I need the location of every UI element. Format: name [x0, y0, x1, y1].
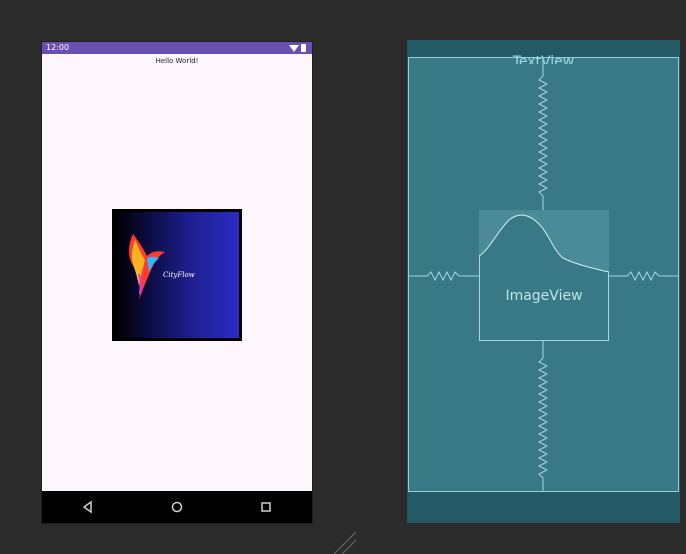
navigation-bar: [42, 491, 312, 523]
wifi-icon: [289, 45, 299, 52]
constraint-right-spring: [609, 270, 679, 282]
textview-text[interactable]: Hello World!: [42, 57, 312, 65]
layout-editor-canvas: 12:00 Hello World! CityFlow TextView Ima…: [0, 0, 686, 554]
imageview-label: ImageView: [505, 288, 583, 304]
hummingbird-logo-icon: [129, 234, 165, 300]
logo-background: CityFlow: [115, 212, 239, 338]
logo-text: CityFlow: [163, 271, 195, 279]
image-placeholder-icon: [479, 210, 609, 273]
resize-handle-icon[interactable]: [330, 528, 356, 554]
constraint-top-spring: [537, 58, 549, 210]
imageview[interactable]: CityFlow: [112, 209, 242, 341]
home-icon[interactable]: [169, 499, 185, 515]
blueprint-surface[interactable]: TextView ImageView: [407, 40, 680, 523]
recents-icon[interactable]: [258, 499, 274, 515]
imageview-blueprint[interactable]: ImageView: [479, 210, 609, 341]
design-surface[interactable]: 12:00 Hello World! CityFlow: [42, 42, 312, 523]
back-icon[interactable]: [80, 499, 96, 515]
status-bar: 12:00: [42, 42, 312, 54]
status-time: 12:00: [46, 43, 70, 52]
constraint-left-spring: [409, 270, 479, 282]
battery-icon: [289, 44, 306, 52]
constraint-bottom-spring: [537, 341, 549, 492]
